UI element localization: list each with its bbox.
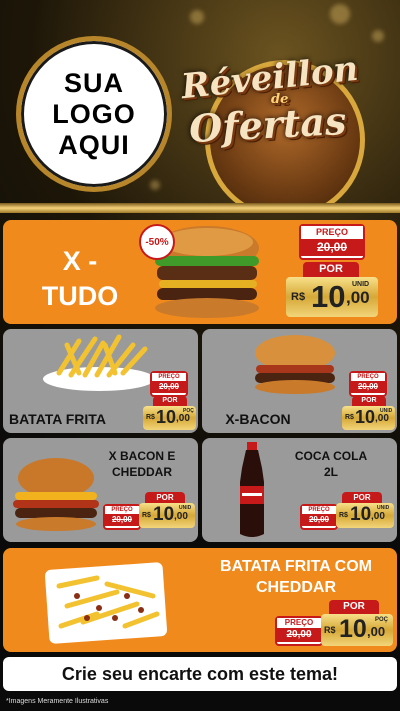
por-label: POR (145, 492, 185, 503)
product-card-coca[interactable]: COCA COLA 2L PREÇO 20,00 POR R$ 10 ,00 U… (202, 438, 397, 542)
new-price-int: 10 (339, 615, 367, 643)
logo-line: LOGO (52, 98, 136, 129)
new-price-int: 10 (311, 279, 346, 314)
new-price-int: 10 (156, 407, 177, 427)
new-price-tag: R$ 10 ,00 POÇ (321, 614, 393, 646)
fries-icon (43, 334, 155, 391)
new-price-int: 10 (153, 504, 175, 525)
old-price-tag: PREÇO 20,00 (103, 504, 141, 530)
por-label: POR (153, 396, 187, 406)
old-price-value: 20,00 (302, 514, 336, 526)
product-card-xbacon-cheddar[interactable]: X BACON E CHEDDAR PREÇO 20,00 POR R$ 10 … (3, 438, 198, 542)
por-label: POR (303, 262, 359, 277)
por-label: POR (329, 600, 379, 614)
product-card-batata[interactable]: BATATA FRITA PREÇO 20,00 POR R$ 10 ,00 P… (3, 329, 198, 433)
burger-icon (255, 335, 335, 394)
unit-label: POÇ (375, 617, 389, 623)
logo-placeholder[interactable]: SUA LOGO AQUI (16, 36, 172, 192)
title-emblem: Réveillon de Ofertas (175, 40, 400, 205)
new-price-dec: ,00 (174, 511, 188, 522)
new-price-tag: R$ 10 ,00 UNID (139, 503, 195, 528)
new-price-tag: R$ 10 ,00 UNID (342, 406, 395, 430)
product-card-xbacon[interactable]: X-BACON PREÇO 20,00 POR R$ 10 ,00 UNID (202, 329, 397, 433)
featured-card[interactable]: X - TUDO -50% PREÇO 20,00 POR R$ 10 ,00 … (3, 220, 397, 324)
old-price-label: PREÇO (105, 506, 139, 514)
cheddar-fries-icon (44, 562, 168, 644)
new-price-dec: ,00 (346, 288, 370, 307)
old-price-label: PREÇO (277, 618, 321, 628)
logo-line: AQUI (58, 129, 130, 160)
old-price-tag: PREÇO 20,00 (150, 371, 188, 397)
new-price-tag: R$ 10 ,00 POÇ (143, 406, 196, 430)
discount-badge: -50% (139, 224, 175, 260)
new-price-dec: ,00 (176, 413, 190, 424)
product-name: BATATA FRITA (9, 411, 106, 427)
featured-name: X - TUDO (41, 246, 119, 311)
old-price-value: 20,00 (152, 381, 186, 393)
new-price-int: 10 (350, 504, 372, 525)
unit-label: POÇ (183, 408, 194, 414)
flyer-page: SUA LOGO AQUI Réveillon de Ofertas X - T… (0, 0, 400, 711)
new-price-dec: ,00 (371, 511, 385, 522)
disclaimer-text: *Imagens Meramente Ilustrativas (6, 698, 109, 705)
old-price-label: PREÇO (351, 373, 385, 381)
new-price-dec: ,00 (375, 413, 389, 424)
old-price-value: 20,00 (105, 514, 139, 526)
old-price-label: PREÇO (302, 506, 336, 514)
currency: R$ (345, 414, 354, 421)
bokeh-light (190, 10, 204, 24)
old-price-label: PREÇO (301, 226, 363, 239)
title-ofertas: Ofertas (187, 97, 348, 152)
new-price-dec: ,00 (367, 624, 386, 639)
currency: R$ (324, 625, 336, 635)
unit-label: UNID (352, 281, 370, 288)
new-price-tag: R$ 10 ,00 UNID (336, 503, 394, 528)
currency: R$ (339, 512, 348, 519)
new-price-int: 10 (355, 407, 376, 427)
currency: R$ (146, 414, 155, 421)
unit-label: UNID (380, 408, 393, 414)
old-price-value: 20,00 (277, 628, 321, 642)
old-price-tag: PREÇO 20,00 (275, 616, 323, 646)
bokeh-light (330, 4, 350, 24)
product-name: X BACON E CHEDDAR (108, 449, 176, 479)
old-price-tag: PREÇO 20,00 (299, 224, 365, 260)
logo-line: SUA (63, 67, 124, 98)
currency: R$ (142, 512, 151, 519)
header-banner: SUA LOGO AQUI Réveillon de Ofertas (0, 0, 400, 205)
old-price-value: 20,00 (301, 239, 363, 256)
currency: R$ (291, 291, 306, 303)
unit-label: UNID (377, 505, 390, 511)
por-label: POR (342, 492, 382, 503)
new-price-tag: R$ 10 ,00 UNID (286, 277, 378, 317)
cta-button[interactable]: Crie seu encarte com este tema! (3, 657, 397, 691)
soda-bottle-icon (240, 442, 264, 537)
bokeh-light (150, 180, 160, 190)
product-name: BATATA FRITA COM CHEDDAR (220, 558, 372, 596)
por-label: POR (352, 396, 386, 406)
old-price-label: PREÇO (152, 373, 186, 381)
unit-label: UNID (179, 505, 192, 511)
old-price-tag: PREÇO 20,00 (300, 504, 338, 530)
old-price-value: 20,00 (351, 381, 385, 393)
old-price-tag: PREÇO 20,00 (349, 371, 387, 397)
product-card-batata-cheddar[interactable]: BATATA FRITA COM CHEDDAR PREÇO 20,00 POR… (3, 548, 397, 652)
burger-icon (13, 458, 99, 531)
product-name: COCA COLA 2L (294, 449, 368, 479)
product-name: X-BACON (225, 411, 291, 427)
gold-divider (0, 203, 400, 213)
